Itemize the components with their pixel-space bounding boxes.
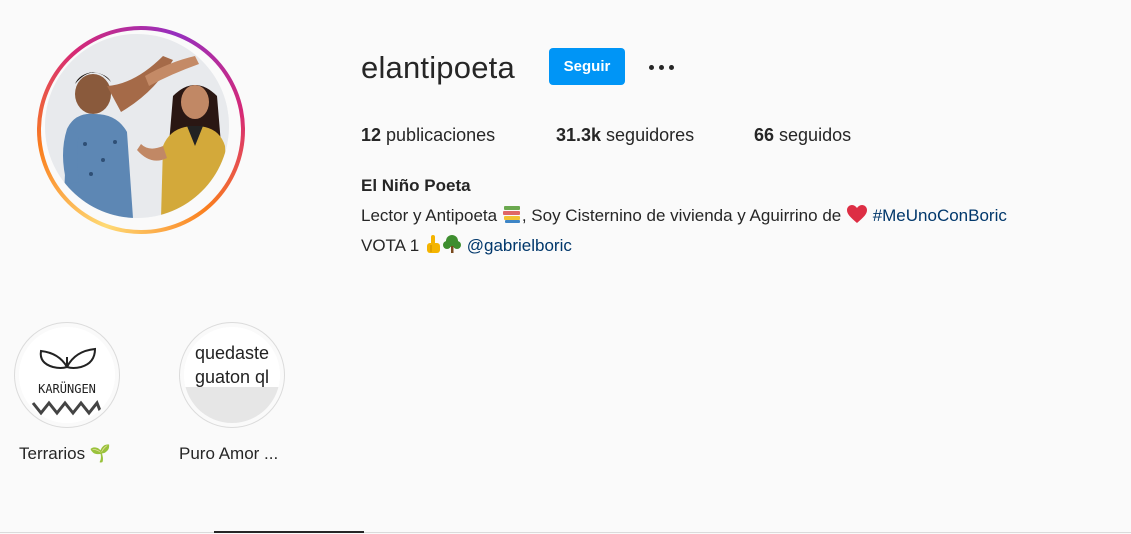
highlight-cover-text: KARÜNGEN xyxy=(38,380,96,396)
highlight-cover-line2: guaton ql xyxy=(195,367,269,387)
following-count-label: seguidos xyxy=(774,125,852,145)
hashtag-link[interactable]: #MeUnoConBoric xyxy=(873,206,1007,225)
follow-button[interactable]: Seguir xyxy=(549,48,625,85)
profile-full-name: El Niño Poeta xyxy=(361,176,471,195)
tabs-divider xyxy=(0,532,1131,533)
followers-count-label: seguidores xyxy=(601,125,695,145)
highlight-terrarios[interactable]: KARÜNGEN xyxy=(14,322,120,428)
heart-icon xyxy=(846,204,868,231)
bio-line-1: Lector y Antipoeta , Soy Cisternino de v… xyxy=(361,204,1007,231)
pointing-hand-icon xyxy=(424,234,442,261)
highlight-label: Terrarios 🌱 xyxy=(19,444,112,463)
following-count-value: 66 xyxy=(754,125,775,145)
books-icon xyxy=(502,204,522,231)
highlight-cover: quedaste guaton ql xyxy=(184,327,280,423)
more-options-icon[interactable] xyxy=(645,56,677,78)
following-link[interactable]: 66 seguidos xyxy=(754,123,851,147)
bio-text: VOTA 1 xyxy=(361,236,424,255)
profile-avatar[interactable] xyxy=(37,26,245,234)
followers-link[interactable]: 31.3k seguidores xyxy=(556,123,694,147)
bio-text: Lector y Antipoeta xyxy=(361,206,502,225)
posts-count-value: 12 xyxy=(361,125,382,145)
tab-active-indicator xyxy=(214,531,364,533)
posts-count-label: publicaciones xyxy=(381,125,496,145)
avatar-photo xyxy=(45,34,229,218)
highlight-puro-amor[interactable]: quedaste guaton ql xyxy=(179,322,285,428)
followers-count-value: 31.3k xyxy=(556,125,602,145)
mention-link[interactable]: @gabrielboric xyxy=(467,236,572,255)
tree-icon xyxy=(442,234,462,261)
highlight-cover-line1: quedaste xyxy=(195,343,269,363)
bio-line-2: VOTA 1 @gabrielboric xyxy=(361,234,572,261)
bio-text: , Soy Cisternino de vivienda y Aguirrino… xyxy=(521,206,846,225)
highlight-label: Puro Amor ... xyxy=(179,444,279,463)
highlight-cover: KARÜNGEN xyxy=(19,327,115,423)
profile-username: elantipoeta xyxy=(361,50,515,85)
posts-count: 12 publicaciones xyxy=(361,123,495,147)
